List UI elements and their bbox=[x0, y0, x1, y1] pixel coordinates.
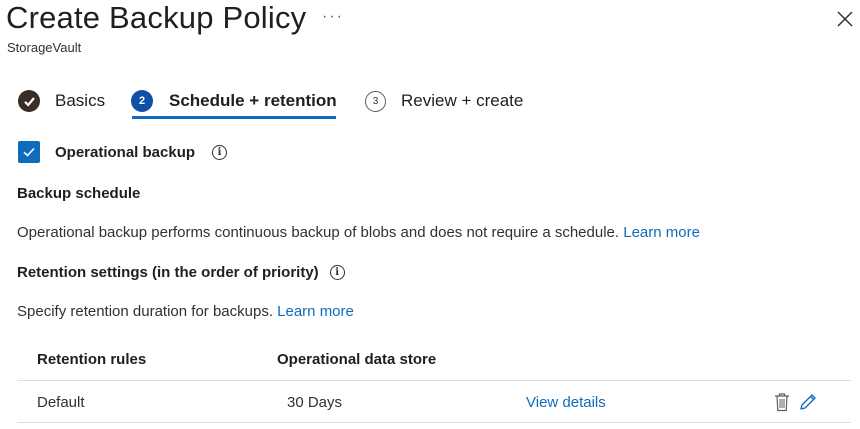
info-icon[interactable]: i bbox=[329, 265, 345, 280]
table-header: Retention rules Operational data store bbox=[17, 340, 851, 381]
tab-review-create[interactable]: 3 Review + create bbox=[365, 84, 523, 118]
operational-backup-row: Operational backup i bbox=[18, 140, 228, 164]
info-icon[interactable]: i bbox=[212, 144, 228, 160]
view-details-link[interactable]: View details bbox=[526, 394, 606, 411]
backup-schedule-learn-more-link[interactable]: Learn more bbox=[623, 224, 700, 241]
backup-schedule-heading: Backup schedule bbox=[17, 185, 141, 202]
tab-schedule-retention[interactable]: 2 Schedule + retention bbox=[131, 84, 337, 118]
retention-learn-more-link[interactable]: Learn more bbox=[277, 303, 354, 320]
checkmark-icon bbox=[23, 147, 35, 157]
tab-label: Basics bbox=[55, 91, 106, 110]
active-tab-underline bbox=[132, 116, 336, 119]
page-subtitle: StorageVault bbox=[7, 40, 82, 55]
tab-basics[interactable]: Basics bbox=[18, 84, 105, 118]
retention-description: Specify retention duration for backups. … bbox=[17, 303, 354, 320]
backup-schedule-description: Operational backup performs continuous b… bbox=[17, 224, 700, 241]
retention-text: Specify retention duration for backups. bbox=[17, 303, 273, 320]
operational-backup-checkbox[interactable] bbox=[18, 141, 40, 163]
page-title: Create Backup Policy bbox=[6, 0, 307, 35]
retention-rule-cell: Default bbox=[37, 394, 85, 411]
retention-rules-table: Retention rules Operational data store D… bbox=[17, 340, 851, 423]
step-complete-icon bbox=[18, 90, 40, 112]
column-header-operational-data-store: Operational data store bbox=[277, 351, 437, 368]
retention-settings-heading: Retention settings (in the order of prio… bbox=[17, 264, 345, 281]
tab-label: Schedule + retention bbox=[169, 91, 337, 110]
pencil-icon[interactable] bbox=[798, 392, 818, 412]
step-number: 2 bbox=[131, 90, 153, 112]
more-options-button[interactable]: ··· bbox=[322, 8, 344, 26]
data-store-cell: 30 Days bbox=[287, 394, 343, 411]
operational-backup-label: Operational backup bbox=[55, 143, 196, 161]
trash-icon[interactable] bbox=[773, 392, 791, 412]
wizard-steps: Basics 2 Schedule + retention 3 Review +… bbox=[18, 84, 618, 124]
close-icon[interactable] bbox=[836, 10, 854, 28]
tab-label: Review + create bbox=[401, 91, 524, 110]
table-row: Default 30 Days View details bbox=[17, 381, 851, 423]
retention-heading-text: Retention settings (in the order of prio… bbox=[17, 264, 319, 281]
backup-schedule-text: Operational backup performs continuous b… bbox=[17, 224, 620, 241]
column-header-retention-rules: Retention rules bbox=[37, 351, 147, 368]
step-number: 3 bbox=[365, 90, 386, 112]
